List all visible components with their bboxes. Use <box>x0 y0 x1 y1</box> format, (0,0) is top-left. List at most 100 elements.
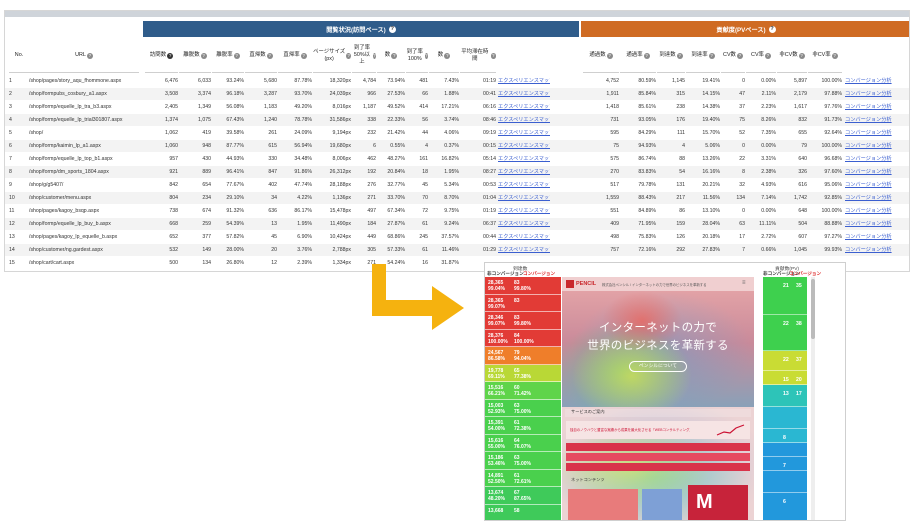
column-header-11[interactable]: 到了率100%? <box>406 39 428 73</box>
content-card-2[interactable] <box>642 489 682 520</box>
help-icon[interactable]: ? <box>643 52 650 59</box>
experience-map-link[interactable]: エクスペリエンスマップ <box>498 179 550 191</box>
column-header-22[interactable]: 非CV率? <box>808 39 842 73</box>
url-cell[interactable]: /shop/pages/story_aqu_fhommone.aspx <box>29 75 139 87</box>
column-header-15[interactable]: 通過数? <box>583 39 619 73</box>
conversion-analysis-link[interactable]: コンバージョン分析 <box>845 244 905 256</box>
url-cell[interactable]: /shop/ <box>29 127 139 139</box>
column-header-8[interactable]: ページサイズ(px)? <box>313 39 351 73</box>
experience-map-link[interactable]: エクスペリエンスマップ <box>498 140 550 152</box>
experience-map-link[interactable]: エクスペリエンスマップ <box>498 101 550 113</box>
help-icon[interactable]: ? <box>233 52 240 59</box>
url-cell[interactable]: /shop/customer/menu.aspx <box>29 192 139 204</box>
column-header-4[interactable]: 離脱数? <box>179 39 211 73</box>
column-header-12[interactable]: 数? <box>429 39 459 73</box>
conversion-analysis-link[interactable]: コンバージョン分析 <box>845 153 905 165</box>
conversion-analysis-link[interactable]: コンバージョン分析 <box>845 127 905 139</box>
url-cell[interactable]: /shop/pages/kagoy_bsqp.aspx <box>29 205 139 217</box>
column-header-17[interactable]: 到達数? <box>657 39 685 73</box>
help-icon[interactable]: ? <box>831 52 838 59</box>
conversion-analysis-link[interactable]: コンバージョン分析 <box>845 192 905 204</box>
experience-map-link[interactable]: エクスペリエンスマップ <box>498 244 550 256</box>
column-header-6[interactable]: 直帰数? <box>245 39 277 73</box>
menu-icon[interactable]: ≡ <box>742 280 746 286</box>
service-row-1[interactable] <box>566 443 750 451</box>
conversion-analysis-link[interactable]: コンバージョン分析 <box>845 75 905 87</box>
service-banner[interactable]: 独自のノウハウと豊富な実績から成果を最大化させる「WEBコンサルティング」 <box>566 421 750 439</box>
url-cell[interactable]: /shop/formp/equelle_lp_trial301807.aspx <box>29 114 139 126</box>
help-icon[interactable]: ? <box>736 52 743 59</box>
help-icon[interactable]: ? <box>708 52 715 59</box>
scrollbar[interactable] <box>811 277 815 520</box>
conversion-analysis-link[interactable]: コンバージョン分析 <box>845 101 905 113</box>
table-row: 2/shop/formpubs_cosbury_a1.aspx 3,508 3,37… <box>5 88 909 100</box>
help-icon[interactable]: ? <box>444 52 451 59</box>
column-header-3[interactable]: 訪問数? <box>145 39 178 73</box>
conversion-analysis-link[interactable]: コンバージョン分析 <box>845 88 905 100</box>
experience-map-link[interactable]: エクスペリエンスマップ <box>498 205 550 217</box>
conversion-analysis-link[interactable]: コンバージョン分析 <box>845 140 905 152</box>
help-icon[interactable]: ? <box>200 52 207 59</box>
conversion-analysis-link[interactable]: コンバージョン分析 <box>845 179 905 191</box>
conversion-analysis-link[interactable]: コンバージョン分析 <box>845 166 905 178</box>
experience-map-link[interactable]: エクスペリエンスマップ <box>498 192 550 204</box>
hero-about-button[interactable]: ペンシルについて <box>629 361 687 372</box>
service-row-2[interactable] <box>566 453 750 461</box>
experience-map-link[interactable]: エクスペリエンスマップ <box>498 127 550 139</box>
help-icon[interactable]: ? <box>676 52 683 59</box>
conversion-analysis-link[interactable]: コンバージョン分析 <box>845 114 905 126</box>
column-header-2[interactable]: URL? <box>29 39 139 73</box>
help-icon[interactable]: ? <box>798 52 805 59</box>
help-icon[interactable]: ? <box>346 52 351 59</box>
url-cell[interactable]: /shop/customer/ng.gardest.aspx <box>29 244 139 256</box>
experience-map-link[interactable]: エクスペリエンスマップ <box>498 153 550 165</box>
service-row-3[interactable] <box>566 463 750 471</box>
help-icon[interactable]: ? <box>86 52 93 59</box>
url-cell[interactable]: /shop/cart/cart.aspx <box>29 257 139 269</box>
scrollbar-thumb[interactable] <box>811 279 815 339</box>
url-cell[interactable]: /shop/formp/dm_sports_1804.aspx <box>29 166 139 178</box>
experience-map-link[interactable]: エクスペリエンスマップ <box>498 75 550 87</box>
url-cell[interactable]: /shop/formp/kaimin_lp_a1.aspx <box>29 140 139 152</box>
column-header-18[interactable]: 到達率? <box>686 39 720 73</box>
experience-map-link[interactable]: エクスペリエンスマップ <box>498 218 550 230</box>
content-card-3[interactable]: M <box>688 485 748 520</box>
help-icon[interactable]: ? <box>391 52 398 59</box>
column-header-5[interactable]: 離脱率? <box>212 39 244 73</box>
help-icon[interactable]: ? <box>424 52 428 59</box>
help-icon[interactable]: ? <box>768 25 776 33</box>
column-header-1[interactable]: No. <box>9 39 29 73</box>
url-cell[interactable]: /shop/g/g5407/ <box>29 179 139 191</box>
table-cell: 79 <box>801 143 807 149</box>
column-header-20[interactable]: CV率? <box>746 39 776 73</box>
experience-map-link[interactable]: エクスペリエンスマップ <box>498 166 550 178</box>
column-header-13[interactable]: 平均滞在時間? <box>460 39 496 73</box>
help-icon[interactable]: ? <box>764 52 771 59</box>
url-cell[interactable]: /shop/formpubs_cosbury_a1.aspx <box>29 88 139 100</box>
column-header-19[interactable]: CV数? <box>721 39 745 73</box>
experience-map-link[interactable]: エクスペリエンスマップ <box>498 88 550 100</box>
url-cell[interactable]: /shop/formp/equelle_lp_tra_b3.aspx <box>29 101 139 113</box>
url-cell[interactable]: /shop/formp/equelle_lp_top_b1.aspx <box>29 153 139 165</box>
content-card-1[interactable] <box>568 489 638 520</box>
help-icon[interactable]: ? <box>300 52 307 59</box>
column-header-10[interactable]: 数? <box>377 39 405 73</box>
url-cell[interactable]: /shop/formp/equelle_lp_buy_b.aspx <box>29 218 139 230</box>
help-icon[interactable]: ? <box>490 52 496 59</box>
column-header-21[interactable]: 非CV数? <box>777 39 807 73</box>
column-header-9[interactable]: 到了率50%以上? <box>352 39 376 73</box>
conversion-analysis-link[interactable] <box>845 257 905 269</box>
column-header-7[interactable]: 直帰率? <box>278 39 312 73</box>
help-icon[interactable]: ? <box>266 52 273 59</box>
url-cell[interactable]: /shop/pages/kagoy_lp_equelle_b.aspx <box>29 231 139 243</box>
experience-map-link[interactable]: エクスペリエンスマップ <box>498 231 550 243</box>
help-icon[interactable]: ? <box>388 25 396 33</box>
help-icon[interactable]: ? <box>372 52 376 59</box>
conversion-analysis-link[interactable]: コンバージョン分析 <box>845 205 905 217</box>
conversion-analysis-link[interactable]: コンバージョン分析 <box>845 218 905 230</box>
help-icon[interactable]: ? <box>167 52 174 59</box>
conversion-analysis-link[interactable]: コンバージョン分析 <box>845 231 905 243</box>
column-header-16[interactable]: 通過率? <box>620 39 656 73</box>
experience-map-link[interactable]: エクスペリエンスマップ <box>498 114 550 126</box>
help-icon[interactable]: ? <box>606 52 613 59</box>
